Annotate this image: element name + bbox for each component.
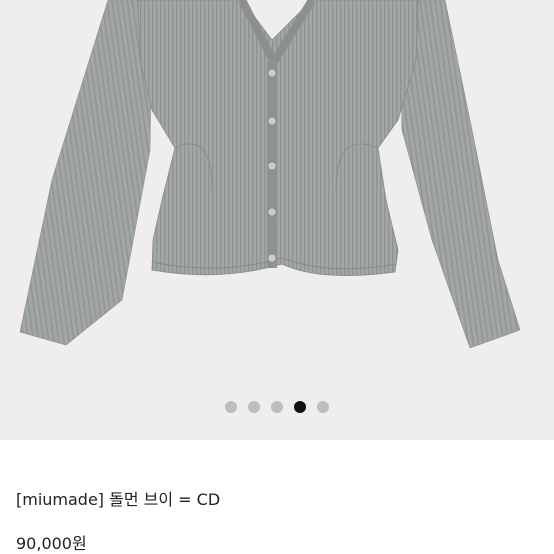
product-price: 90,000원 bbox=[16, 534, 87, 553]
carousel-dot[interactable] bbox=[225, 401, 237, 413]
product-image[interactable] bbox=[0, 0, 554, 440]
carousel-dot-active[interactable] bbox=[294, 401, 306, 413]
carousel-dot[interactable] bbox=[248, 401, 260, 413]
product-title: [miumade] 돌먼 브이 = CD bbox=[16, 490, 221, 509]
carousel-dot[interactable] bbox=[317, 401, 329, 413]
carousel-pagination bbox=[0, 400, 554, 414]
image-carousel[interactable] bbox=[0, 0, 554, 440]
product-page: [miumade] 돌먼 브이 = CD 90,000원 bbox=[0, 0, 554, 554]
carousel-dot[interactable] bbox=[271, 401, 283, 413]
